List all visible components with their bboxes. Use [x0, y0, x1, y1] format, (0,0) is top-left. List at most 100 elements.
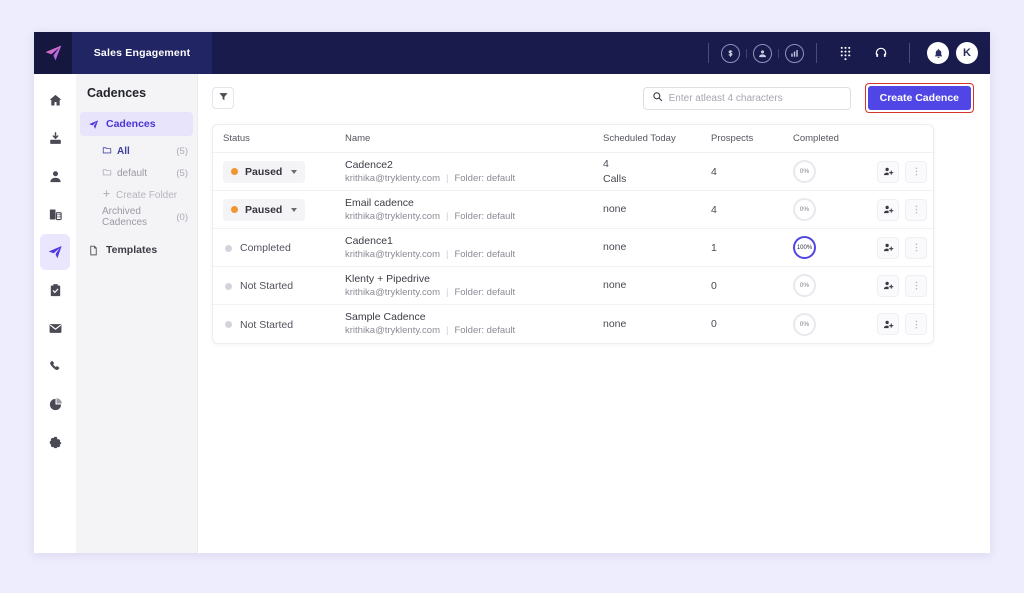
sidebar-folder-default[interactable]: default (5) — [76, 162, 197, 184]
table-row[interactable]: Paused Cadence2 krithika@tryklenty.com |… — [213, 153, 933, 191]
table-row[interactable]: Paused Email cadence krithika@tryklenty.… — [213, 191, 933, 229]
add-prospect-icon — [883, 319, 894, 330]
chevron-down-icon — [291, 208, 297, 212]
cadences-sidebar: Cadences Cadences All (5) — [76, 74, 198, 553]
sidebar-archived-cadences[interactable]: Archived Cadences (0) — [76, 206, 197, 228]
cadences-table: Status Name Scheduled Today Prospects Co… — [212, 124, 934, 344]
cadence-name[interactable]: Klenty + Pipedrive — [345, 272, 595, 286]
owner-email: krithika@tryklenty.com — [345, 172, 440, 186]
more-options-icon — [911, 166, 922, 177]
sidebar-create-folder[interactable]: Create Folder — [76, 184, 197, 206]
person-circle-icon[interactable] — [753, 44, 772, 63]
status-dropdown[interactable]: Paused — [223, 161, 305, 183]
analytics-circle-icon[interactable] — [785, 44, 804, 63]
rail-cadences-icon[interactable] — [40, 234, 70, 270]
rail-accounts-icon[interactable] — [40, 196, 70, 232]
brand-logo[interactable] — [34, 32, 72, 74]
cell-scheduled-today: none — [599, 202, 707, 217]
search-icon — [652, 89, 663, 107]
table-row[interactable]: Not Started Sample Cadence krithika@tryk… — [213, 305, 933, 343]
folder-icon — [102, 167, 112, 180]
column-header-status: Status — [213, 133, 341, 144]
filter-button[interactable] — [212, 87, 234, 109]
status-label-static: Not Started — [223, 319, 293, 331]
user-avatar[interactable]: K — [956, 42, 978, 64]
product-tab-sales-engagement[interactable]: Sales Engagement — [72, 32, 212, 74]
add-prospect-button[interactable] — [877, 237, 899, 259]
status-label: Not Started — [240, 280, 293, 292]
column-header-name: Name — [341, 133, 599, 144]
templates-document-icon — [87, 244, 99, 256]
paper-plane-logo-icon — [43, 43, 63, 63]
cadence-meta: krithika@tryklenty.com | Folder: default — [345, 324, 595, 338]
create-cadence-button[interactable]: Create Cadence — [868, 86, 971, 110]
sidebar-item-templates[interactable]: Templates — [80, 238, 193, 262]
completion-value: 100% — [797, 245, 812, 251]
more-options-icon — [911, 319, 922, 330]
more-options-button[interactable] — [905, 161, 927, 183]
more-options-button[interactable] — [905, 275, 927, 297]
cadence-name[interactable]: Cadence1 — [345, 234, 595, 248]
search-box[interactable] — [643, 87, 851, 110]
scheduled-type: Calls — [603, 172, 703, 187]
sidebar-item-cadences[interactable]: Cadences — [80, 112, 193, 136]
owner-email: krithika@tryklenty.com — [345, 248, 440, 262]
page-background: Sales Engagement — [0, 0, 1024, 593]
notifications-bell-icon[interactable] — [927, 42, 949, 64]
rail-calls-icon[interactable] — [40, 348, 70, 384]
column-header-completed: Completed — [789, 133, 873, 144]
cell-status: Completed — [213, 239, 341, 257]
cadence-name[interactable]: Email cadence — [345, 196, 595, 210]
table-header-row: Status Name Scheduled Today Prospects Co… — [213, 125, 933, 153]
folder-name: Folder: default — [454, 210, 515, 224]
cell-prospects: 4 — [707, 166, 789, 178]
app-body: Cadences Cadences All (5) — [34, 74, 990, 553]
divider — [708, 43, 709, 63]
headset-icon[interactable] — [870, 42, 892, 64]
owner-email: krithika@tryklenty.com — [345, 324, 440, 338]
rail-contacts-icon[interactable] — [40, 158, 70, 194]
rail-tasks-icon[interactable] — [40, 272, 70, 308]
cell-prospects: 0 — [707, 318, 789, 330]
sidebar-templates-label: Templates — [106, 244, 157, 256]
status-dot — [225, 245, 232, 252]
product-tab-label: Sales Engagement — [94, 47, 191, 59]
cell-scheduled-today: none — [599, 240, 707, 255]
more-options-button[interactable] — [905, 313, 927, 335]
rail-reports-icon[interactable] — [40, 386, 70, 422]
completion-ring: 0% — [793, 313, 816, 336]
dollar-circle-icon[interactable] — [721, 44, 740, 63]
rail-home-icon[interactable] — [40, 82, 70, 118]
more-options-button[interactable] — [905, 237, 927, 259]
divider — [746, 49, 747, 58]
cadence-meta: krithika@tryklenty.com | Folder: default — [345, 248, 595, 262]
add-prospect-button[interactable] — [877, 161, 899, 183]
search-input[interactable] — [669, 93, 842, 104]
add-prospect-icon — [883, 242, 894, 253]
add-prospect-icon — [883, 204, 894, 215]
cell-status: Paused — [213, 199, 341, 221]
cadence-name[interactable]: Cadence2 — [345, 158, 595, 172]
more-options-button[interactable] — [905, 199, 927, 221]
rail-mail-icon[interactable] — [40, 310, 70, 346]
folder-name: Folder: default — [454, 286, 515, 300]
table-row[interactable]: Not Started Klenty + Pipedrive krithika@… — [213, 267, 933, 305]
app-window: Sales Engagement — [34, 32, 990, 553]
status-dropdown[interactable]: Paused — [223, 199, 305, 221]
sidebar-folder-all[interactable]: All (5) — [76, 140, 197, 162]
rail-settings-icon[interactable] — [40, 424, 70, 460]
owner-email: krithika@tryklenty.com — [345, 286, 440, 300]
completion-value: 0% — [800, 282, 809, 289]
add-prospect-button[interactable] — [877, 275, 899, 297]
cell-name: Klenty + Pipedrive krithika@tryklenty.co… — [341, 272, 599, 300]
rail-inbox-icon[interactable] — [40, 120, 70, 156]
cadence-name[interactable]: Sample Cadence — [345, 310, 595, 324]
top-bar: Sales Engagement — [34, 32, 990, 74]
table-row[interactable]: Completed Cadence1 krithika@tryklenty.co… — [213, 229, 933, 267]
add-prospect-button[interactable] — [877, 313, 899, 335]
more-options-icon — [911, 280, 922, 291]
cell-actions — [873, 313, 933, 335]
status-label: Not Started — [240, 319, 293, 331]
add-prospect-button[interactable] — [877, 199, 899, 221]
dialpad-icon[interactable] — [834, 42, 856, 64]
